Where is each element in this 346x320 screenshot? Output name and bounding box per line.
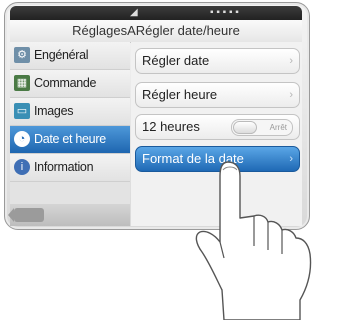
clock-icon: ◔	[14, 131, 30, 147]
pointing-hand-icon	[195, 161, 312, 320]
row-label: 12 heures	[142, 119, 200, 134]
row-regler-date[interactable]: Régler date ›	[135, 48, 300, 74]
status-indicators: ▪ ▪ ▪ ▪ ▪	[210, 7, 239, 18]
sidebar-item-label: Information	[34, 160, 94, 174]
row-label: Régler heure	[142, 87, 218, 102]
row-regler-heure[interactable]: Régler heure ›	[135, 82, 300, 108]
back-arrow-icon	[8, 208, 44, 222]
settings-icon: ⚙	[14, 47, 30, 63]
row-12-heures: 12 heures Arrêt	[135, 114, 300, 140]
chevron-right-icon: ›	[289, 55, 293, 67]
chevron-right-icon: ›	[289, 89, 293, 101]
sidebar-item-label: Engénéral	[34, 48, 89, 62]
image-icon: ▭	[14, 103, 30, 119]
sidebar-item-information[interactable]: i Information	[10, 154, 130, 182]
controls-icon: ▦	[14, 75, 30, 91]
sidebar-item-label: Images	[34, 104, 74, 118]
sidebar-item-date-heure[interactable]: ◔ Date et heure	[10, 126, 130, 154]
back-button[interactable]	[8, 204, 130, 226]
sidebar-item-commande[interactable]: ▦ Commande	[10, 70, 130, 98]
toggle-knob	[233, 121, 257, 134]
signal-icon: ◢	[130, 7, 138, 18]
row-label: Régler date	[142, 53, 210, 68]
toggle-12h[interactable]: Arrêt	[231, 119, 293, 136]
page-title: RéglagesARégler date/heure	[10, 20, 302, 43]
sidebar-item-label: Commande	[34, 76, 97, 90]
sidebar-item-images[interactable]: ▭ Images	[10, 98, 130, 126]
toggle-state-label: Arrêt	[269, 123, 287, 132]
status-bar: ◢ ▪ ▪ ▪ ▪ ▪	[10, 6, 302, 20]
sidebar-item-label: Date et heure	[34, 132, 106, 146]
sidebar-item-general[interactable]: ⚙ Engénéral	[10, 42, 130, 70]
info-icon: i	[14, 159, 30, 175]
sidebar: ⚙ Engénéral ▦ Commande ▭ Images ◔ Date e…	[8, 42, 130, 226]
